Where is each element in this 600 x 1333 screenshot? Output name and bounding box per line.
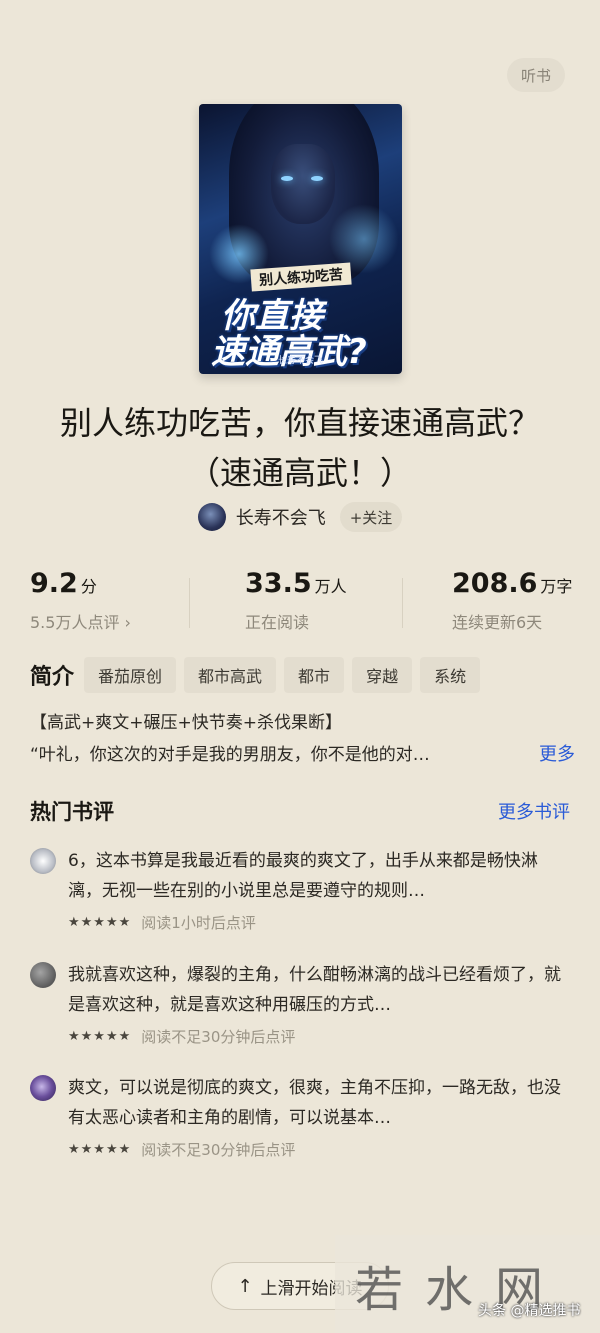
- author-row: 长寿不会飞 +关注: [0, 502, 600, 532]
- tag[interactable]: 穿越: [352, 657, 413, 693]
- intro-summary: “叶礼，你这次的对手是我的男朋友，你不是他的对… 更多: [30, 740, 575, 766]
- intro-label: 简介: [30, 665, 75, 690]
- tag[interactable]: 都市高武: [184, 657, 277, 693]
- intro-more-link[interactable]: 更多: [539, 740, 575, 766]
- cover-art-eye: [311, 176, 323, 181]
- intro-quote: “叶礼，你这次的对手是我的男朋友，你不是他的对…: [30, 745, 430, 765]
- star-rating-icon: ★★★★★: [68, 1029, 132, 1044]
- stat-unit: 万字: [540, 577, 573, 596]
- arrow-up-icon: ↑: [237, 1275, 253, 1297]
- more-reviews-link[interactable]: 更多书评: [498, 798, 570, 824]
- stat-word-count: 208.6 万字 连续更新6天: [452, 568, 572, 633]
- review-meta: ★★★★★ 阅读不足30分钟后点评: [68, 1139, 295, 1160]
- review-time: 阅读1小时后点评: [141, 914, 256, 932]
- review-text: 爽文，可以说是彻底的爽文，很爽，主角不压抑，一路无敌，也没有太恶心读者和主角的剧…: [68, 1078, 561, 1128]
- tag[interactable]: 系统: [420, 657, 481, 693]
- stats-row: 9.2 分 5.5万人点评 › 33.5 万人 正在阅读 208.6 万字 连续更新6…: [0, 568, 600, 638]
- stat-rating[interactable]: 9.2 分 5.5万人点评 ›: [30, 568, 131, 633]
- stat-label: 正在阅读: [245, 613, 310, 632]
- reviewer-avatar[interactable]: [30, 848, 56, 874]
- stat-unit: 万人: [314, 577, 347, 596]
- review-time: 阅读不足30分钟后点评: [141, 1141, 296, 1159]
- reviews-title: 热门书评: [30, 800, 114, 824]
- star-rating-icon: ★★★★★: [68, 1142, 132, 1157]
- divider: [402, 578, 403, 628]
- tag[interactable]: 番茄原创: [84, 657, 177, 693]
- stat-value: 9.2: [30, 568, 78, 599]
- author-name[interactable]: 长寿不会飞: [236, 504, 326, 530]
- follow-button[interactable]: +关注: [339, 502, 403, 532]
- intro-keywords: 【高武+爽文+碾压+快节奏+杀伐果断】: [30, 713, 342, 733]
- review-meta: ★★★★★ 阅读不足30分钟后点评: [68, 1026, 295, 1047]
- book-cover[interactable]: 别人练功吃苦 你直接 速通高武? 长寿不会飞: [199, 104, 402, 374]
- reviewer-avatar[interactable]: [30, 962, 56, 988]
- stat-label: 5.5万人点评 ›: [30, 613, 131, 632]
- cover-art-eye: [281, 176, 293, 181]
- review-text: 6，这本书算是我最近看的最爽的爽文了，出手从来都是畅快淋漓，无视一些在别的小说里…: [68, 851, 538, 901]
- review-text: 我就喜欢这种，爆裂的主角，什么酣畅淋漓的战斗已经看烦了，就是喜欢这种，就是喜欢这…: [68, 965, 561, 1015]
- intro-tags-row: 简介 番茄原创 都市高武 都市 穿越 系统: [30, 657, 488, 693]
- listen-button[interactable]: 听书: [507, 58, 565, 92]
- stat-readers: 33.5 万人 正在阅读: [245, 568, 347, 633]
- author-avatar[interactable]: [197, 503, 226, 531]
- reviewer-avatar[interactable]: [30, 1075, 56, 1101]
- stat-value: 208.6: [452, 568, 538, 599]
- reviews-header: 热门书评 更多书评: [30, 796, 570, 826]
- book-title: 别人练功吃苦，你直接速通高武？（速通高武！）: [60, 404, 541, 492]
- cover-author: 长寿不会飞: [277, 356, 323, 366]
- review-meta: ★★★★★ 阅读1小时后点评: [68, 912, 256, 933]
- watermark-source: 头条 @精选推书: [478, 1303, 581, 1319]
- star-rating-icon: ★★★★★: [68, 915, 132, 930]
- divider: [189, 578, 190, 628]
- stat-unit: 分: [80, 577, 97, 596]
- tag[interactable]: 都市: [284, 657, 345, 693]
- cover-art-face: [271, 144, 335, 224]
- stat-value: 33.5: [245, 568, 312, 599]
- stat-label: 连续更新6天: [452, 613, 543, 632]
- review-time: 阅读不足30分钟后点评: [141, 1028, 296, 1046]
